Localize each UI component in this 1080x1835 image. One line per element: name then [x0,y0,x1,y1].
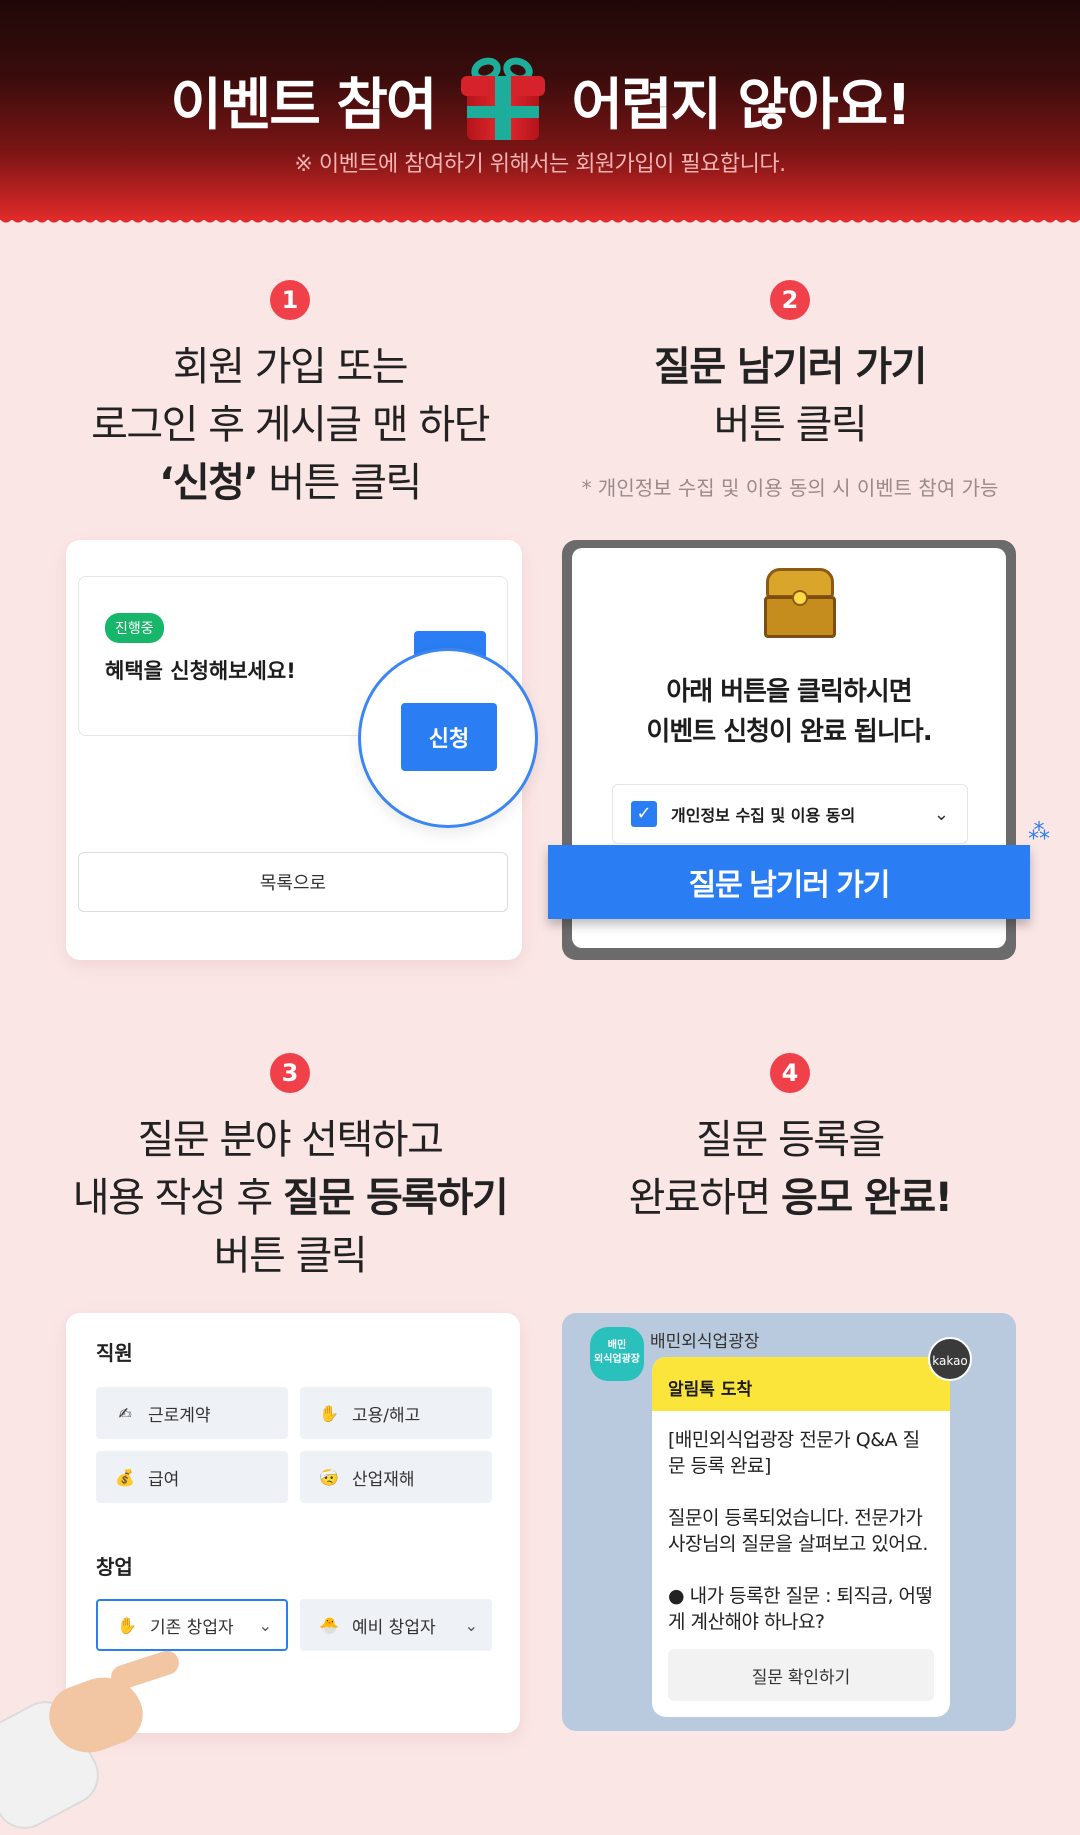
apply-card: 진행중 혜택을 신청해보세요! 신청 목록으로 [66,540,538,960]
gift-icon [457,53,549,142]
check-question-button[interactable]: 질문 확인하기 [668,1649,934,1701]
step-1: 1 회원 가입 또는 로그인 후 게시글 맨 하단 ‘신청’ 버튼 클릭 [40,280,540,512]
post-title: 혜택을 신청해보세요! [105,659,296,683]
header-title-left: 이벤트 참여 [170,72,437,138]
zoom-magnifier: 신청 [358,648,538,828]
hand-icon: ✋ [117,1615,137,1635]
step-number: 2 [770,280,810,320]
treasure-chest-icon [762,568,838,640]
apply-button[interactable]: 신청 [401,703,497,771]
header-subtitle: ※ 이벤트에 참여하기 위해서는 회원가입이 필요합니다. [294,152,786,177]
event-header: 이벤트 참여 어렵지 않아요! ※ 이벤트에 참여하기 위해서는 회원가입이 필… [0,0,1080,230]
status-badge: 진행중 [105,613,164,643]
kakao-badge: kakao [928,1337,972,1381]
chevron-down-icon: ⌄ [258,1615,272,1635]
step-description: 질문 등록을 완료하면 응모 완료! [628,1117,953,1221]
hatching-chick-icon: 🐣 [319,1615,339,1635]
chip-industrial-accident[interactable]: 🤕 산업재해 [300,1451,492,1503]
kakao-notification-card: 배민 외식업광장 배민외식업광장 알림톡 도착 [배민외식업광장 전문가 Q&A … [562,1313,1016,1731]
writing-hand-icon: ✍ [118,1403,132,1423]
consent-checkbox-row[interactable]: ✓ 개인정보 수집 및 이용 동의 ⌄ [612,784,968,844]
chip-salary[interactable]: 💰 급여 [96,1451,288,1503]
step-number: 1 [270,280,310,320]
sparkle-icon: ⁂ [1028,820,1050,845]
step-number: 3 [270,1053,310,1093]
step-description: 회원 가입 또는 로그인 후 게시글 맨 하단 ‘신청’ 버튼 클릭 [91,344,490,506]
alimtalk-bubble: 알림톡 도착 [배민외식업광장 전문가 Q&A 질문 등록 완료] 질문이 등록… [652,1357,950,1717]
pointing-hand-icon [0,1640,190,1835]
go-ask-question-button[interactable]: 질문 남기러 가기 [548,845,1030,919]
back-to-list-button[interactable]: 목록으로 [78,852,508,912]
step-description: 질문 분야 선택하고 내용 작성 후 질문 등록하기 버튼 클릭 [72,1117,509,1279]
hand-icon: ✋ [319,1403,339,1423]
step-2: 2 질문 남기러 가기 버튼 클릭 * 개인정보 수집 및 이용 동의 시 이벤… [540,280,1040,501]
injured-face-icon: 🤕 [319,1467,339,1487]
chevron-down-icon[interactable]: ⌄ [934,804,949,825]
bubble-body: [배민외식업광장 전문가 Q&A 질문 등록 완료] 질문이 등록되었습니다. … [668,1429,933,1633]
header-title: 이벤트 참여 어렵지 않아요! [0,53,1080,142]
header-title-right: 어렵지 않아요! [571,72,911,138]
bubble-title: 알림톡 도착 [652,1357,950,1411]
modal-message: 아래 버튼을 클릭하시면 이벤트 신청이 완료 됩니다. [646,677,932,747]
chip-prospective-founder[interactable]: 🐣 예비 창업자 ⌄ [300,1599,492,1651]
section-startup: 창업 [96,1555,133,1579]
step-3: 3 질문 분야 선택하고 내용 작성 후 질문 등록하기 버튼 클릭 [40,1053,540,1285]
chevron-down-icon: ⌄ [464,1615,478,1635]
money-bag-icon: 💰 [115,1467,135,1487]
baemin-logo: 배민 외식업광장 [590,1327,644,1381]
section-employee: 직원 [96,1341,133,1365]
step-note: * 개인정보 수집 및 이용 동의 시 이벤트 참여 가능 [581,476,999,500]
chip-hiring-firing[interactable]: ✋ 고용/해고 [300,1387,492,1439]
step-4: 4 질문 등록을 완료하면 응모 완료! [540,1053,1040,1227]
step-number: 4 [770,1053,810,1093]
chip-labor-contract[interactable]: ✍ 근로계약 [96,1387,288,1439]
check-icon[interactable]: ✓ [631,801,657,827]
consent-label: 개인정보 수집 및 이용 동의 [671,806,856,825]
sender-name: 배민외식업광장 [650,1332,760,1352]
step-description: 질문 남기러 가기 버튼 클릭 [654,344,927,448]
